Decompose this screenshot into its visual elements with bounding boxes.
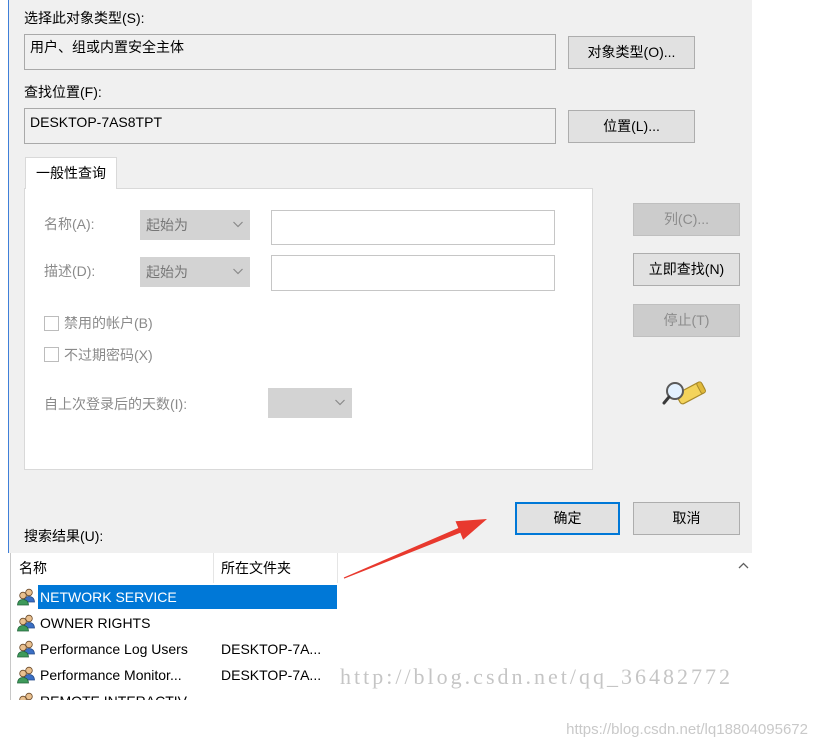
days-since-logon-label: 自上次登录后的天数(I): (44, 396, 188, 412)
search-results-label: 搜索结果(U): (24, 528, 104, 544)
row-name: REMOTE INTERACTIV (40, 688, 187, 700)
row-name: NETWORK SERVICE (40, 589, 177, 605)
chevron-down-icon (335, 399, 345, 406)
user-group-icon (19, 692, 33, 700)
ok-button[interactable]: 确定 (515, 502, 620, 535)
days-since-logon-select[interactable] (268, 388, 352, 418)
columns-button[interactable]: 列(C)... (633, 203, 740, 236)
object-type-field[interactable]: 用户、组或内置安全主体 (24, 34, 556, 70)
tab-common-queries[interactable]: 一般性查询 (25, 157, 117, 189)
chevron-up-icon[interactable] (738, 562, 749, 569)
row-name: Performance Monitor... (40, 667, 182, 683)
user-group-icon (17, 666, 35, 684)
location-label: 查找位置(F): (24, 84, 102, 100)
location-field[interactable]: DESKTOP-7AS8TPT (24, 108, 556, 144)
chevron-down-icon (233, 268, 243, 275)
column-header-folder[interactable]: 所在文件夹 (221, 558, 291, 578)
chevron-down-icon (233, 221, 243, 228)
user-group-icon (17, 614, 35, 632)
column-divider[interactable] (213, 553, 214, 583)
locations-button[interactable]: 位置(L)... (568, 110, 695, 143)
description-label: 描述(D): (44, 263, 96, 279)
description-mode-select[interactable]: 起始为 (140, 257, 250, 287)
stop-button[interactable]: 停止(T) (633, 304, 740, 337)
column-header-name[interactable]: 名称 (19, 558, 47, 578)
disabled-accounts-label: 禁用的帐户(B) (64, 315, 153, 331)
cancel-button[interactable]: 取消 (633, 502, 740, 535)
overlay-watermark: http://blog.csdn.net/qq_36482772 (340, 664, 733, 689)
user-group-icon (17, 640, 35, 658)
object-types-button[interactable]: 对象类型(O)... (568, 36, 695, 69)
non-expiring-password-checkbox[interactable] (44, 347, 59, 362)
description-input[interactable] (271, 255, 555, 291)
table-row[interactable]: Performance Log Users DESKTOP-7A... (11, 636, 752, 662)
search-icon (662, 381, 706, 405)
table-row[interactable]: NETWORK SERVICE (11, 584, 752, 610)
description-mode-value: 起始为 (146, 264, 188, 280)
object-type-label: 选择此对象类型(S): (24, 10, 145, 26)
row-name: OWNER RIGHTS (40, 615, 151, 631)
name-mode-value: 起始为 (146, 217, 188, 233)
non-expiring-password-label: 不过期密码(X) (64, 347, 153, 363)
name-input[interactable] (271, 210, 555, 245)
table-row[interactable]: OWNER RIGHTS (11, 610, 752, 636)
name-label: 名称(A): (44, 216, 95, 232)
disabled-accounts-checkbox[interactable] (44, 316, 59, 331)
column-divider[interactable] (337, 553, 338, 583)
row-name: Performance Log Users (40, 641, 188, 657)
find-now-button[interactable]: 立即查找(N) (633, 253, 740, 286)
user-group-icon (17, 588, 35, 606)
row-folder: DESKTOP-7A... (221, 641, 322, 657)
footer-watermark: https://blog.csdn.net/lq18804095672 (566, 721, 808, 738)
row-folder: DESKTOP-7A... (221, 667, 322, 683)
name-mode-select[interactable]: 起始为 (140, 210, 250, 240)
